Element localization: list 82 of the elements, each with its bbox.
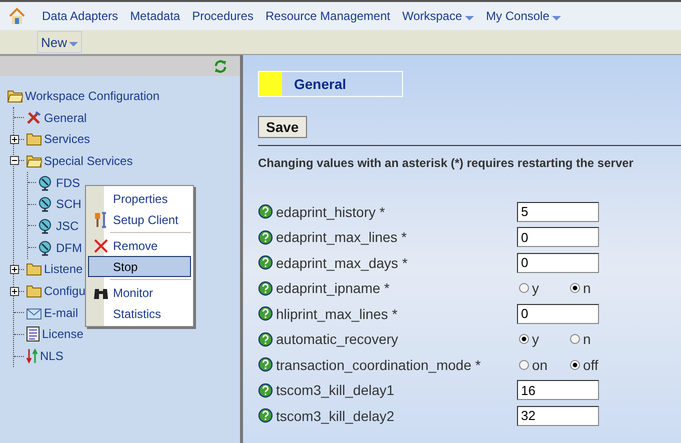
- radio-label: y: [532, 331, 539, 348]
- collapse-icon[interactable]: [10, 156, 19, 166]
- home-icon[interactable]: [8, 7, 26, 25]
- tools-icon: [93, 212, 109, 228]
- radio-button[interactable]: [519, 360, 529, 370]
- setting-label: automatic_recovery: [276, 331, 400, 348]
- context-menu-item[interactable]: Stop: [88, 256, 191, 277]
- expand-icon[interactable]: [10, 134, 19, 144]
- help-icon[interactable]: [258, 255, 273, 270]
- tree-item[interactable]: FDS: [56, 176, 80, 190]
- tree-item[interactable]: SCH: [56, 197, 82, 212]
- radio-label: off: [583, 356, 598, 373]
- save-button[interactable]: Save: [258, 116, 307, 138]
- radio-label: n: [583, 280, 591, 296]
- menu-item[interactable]: My Console: [486, 9, 562, 23]
- radio-button[interactable]: [570, 334, 580, 344]
- menu-item[interactable]: Data Adapters: [42, 9, 118, 23]
- satellite-dish-icon: [38, 218, 54, 234]
- menu-item[interactable]: Metadata: [130, 9, 180, 23]
- radio-label: n: [583, 331, 591, 348]
- radio-label: on: [532, 356, 548, 373]
- envelope-icon: [26, 306, 42, 320]
- tree-item[interactable]: Special Services: [44, 154, 133, 168]
- context-menu-item[interactable]: Monitor: [88, 282, 191, 303]
- setting-label: transaction_coordination_mode *: [276, 356, 482, 373]
- menu-item[interactable]: Procedures: [192, 9, 254, 23]
- satellite-dish-icon: [38, 174, 54, 191]
- notice-text: Changing values with an asterisk (*) requires restarting the server: [258, 156, 634, 170]
- radio-button[interactable]: [570, 360, 580, 370]
- context-menu-item[interactable]: Properties: [88, 188, 191, 209]
- setting-label: edaprint_max_days *: [276, 254, 409, 271]
- tree-item[interactable]: NLS: [40, 349, 64, 364]
- tools-icon: [26, 110, 42, 125]
- radio-button[interactable]: [570, 283, 580, 294]
- menu-item[interactable]: Workspace: [402, 9, 474, 23]
- document-icon: [26, 326, 40, 342]
- radio-button[interactable]: [519, 334, 529, 344]
- tree-item[interactable]: Workspace Configuration: [25, 88, 160, 103]
- expand-icon[interactable]: [10, 264, 19, 274]
- context-menu-item[interactable]: Remove: [88, 235, 191, 256]
- tree-item[interactable]: Configu: [44, 284, 86, 298]
- new-button[interactable]: New: [37, 31, 82, 53]
- help-icon[interactable]: [258, 332, 273, 347]
- setting-label: tscom3_kill_delay2: [276, 408, 396, 424]
- satellite-dish-icon: [38, 240, 54, 256]
- input-field[interactable]: 0: [517, 227, 599, 248]
- setting-label: edaprint_max_lines *: [276, 229, 408, 246]
- radio-button[interactable]: [519, 283, 529, 294]
- tree-item[interactable]: License: [42, 327, 84, 342]
- context-menu-item[interactable]: Statistics: [88, 303, 191, 324]
- input-field[interactable]: 32: [517, 406, 599, 426]
- help-icon[interactable]: [258, 280, 273, 296]
- radio-label: y: [532, 280, 539, 296]
- help-icon[interactable]: [258, 382, 273, 398]
- input-field[interactable]: 5: [517, 202, 599, 222]
- tree-item[interactable]: Services: [44, 132, 90, 146]
- tree-item[interactable]: E-mail: [44, 306, 78, 320]
- tree-item[interactable]: Listene: [44, 262, 83, 276]
- section-title: General: [294, 76, 346, 92]
- menu-item[interactable]: Resource Management: [265, 9, 390, 23]
- input-field[interactable]: 0: [517, 304, 599, 324]
- setting-label: hliprint_max_lines *: [276, 306, 398, 322]
- input-field[interactable]: 16: [517, 380, 599, 400]
- setting-label: edaprint_history *: [276, 204, 386, 220]
- input-field[interactable]: 0: [517, 252, 599, 273]
- title-marker: [259, 72, 282, 96]
- refresh-icon[interactable]: [214, 60, 227, 72]
- setting-label: edaprint_ipname *: [276, 280, 391, 296]
- help-icon[interactable]: [258, 306, 273, 322]
- context-menu-item[interactable]: Setup Client: [88, 209, 191, 230]
- satellite-dish-icon: [38, 196, 54, 212]
- sort-icon: [26, 348, 38, 364]
- help-icon[interactable]: [258, 357, 273, 372]
- help-icon[interactable]: [258, 204, 273, 220]
- tree-item[interactable]: DFM: [56, 240, 82, 255]
- help-icon[interactable]: [258, 230, 273, 245]
- close-icon: [94, 238, 108, 252]
- help-icon[interactable]: [258, 408, 273, 424]
- setting-label: tscom3_kill_delay1: [276, 382, 396, 398]
- tree-item[interactable]: General: [44, 110, 87, 125]
- expand-icon[interactable]: [10, 286, 19, 296]
- tree-item[interactable]: JSC: [56, 218, 79, 233]
